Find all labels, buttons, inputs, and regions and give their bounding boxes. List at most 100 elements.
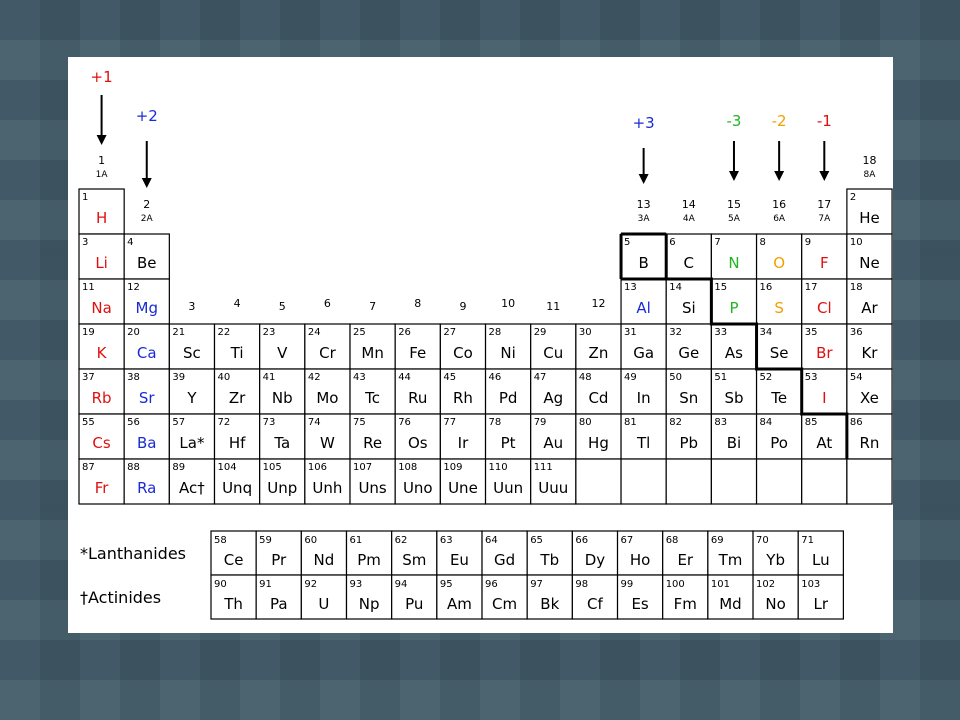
atomic-number: 76 bbox=[398, 417, 411, 428]
group-number: 9 bbox=[459, 300, 466, 313]
element-symbol: Ga bbox=[633, 344, 654, 362]
element-symbol: Ta bbox=[273, 434, 290, 452]
down-arrow-icon bbox=[774, 171, 785, 181]
element-symbol: Er bbox=[677, 551, 693, 569]
element-cell: 72 Hf bbox=[213, 413, 261, 460]
atomic-number: 50 bbox=[669, 372, 682, 383]
element-cell: 102 No bbox=[752, 574, 799, 620]
element-cell: 21 Sc bbox=[168, 323, 216, 370]
atomic-number: 21 bbox=[172, 327, 185, 338]
atomic-number: 11 bbox=[82, 282, 95, 293]
element-symbol: Hf bbox=[229, 434, 246, 452]
atomic-number: 94 bbox=[395, 579, 408, 590]
element-cell: 20 Ca bbox=[123, 323, 170, 370]
atomic-number: 40 bbox=[218, 372, 231, 383]
atomic-number: 18 bbox=[850, 282, 863, 293]
element-symbol: Ho bbox=[630, 551, 650, 569]
atomic-number: 6 bbox=[669, 237, 675, 248]
element-symbol: Zn bbox=[589, 344, 609, 362]
element-cell: 34 Se bbox=[755, 323, 803, 370]
element-symbol: H bbox=[96, 209, 107, 227]
element-symbol: Au bbox=[543, 434, 563, 452]
element-cell bbox=[575, 458, 622, 505]
element-symbol: N bbox=[728, 254, 739, 272]
element-symbol: Unp bbox=[267, 479, 297, 497]
element-symbol: Tl bbox=[636, 434, 650, 452]
element-symbol: S bbox=[774, 299, 784, 317]
element-symbol: Cm bbox=[492, 595, 517, 613]
atomic-number: 7 bbox=[714, 237, 720, 248]
element-cell: 28 Ni bbox=[484, 323, 532, 370]
element-cell: 19K bbox=[78, 323, 125, 370]
element-cell: 110 Uun bbox=[484, 458, 532, 505]
element-cell: 80 Hg bbox=[575, 413, 622, 460]
element-symbol: Ca bbox=[137, 344, 157, 362]
element-cell: 107 Uns bbox=[349, 458, 396, 505]
element-cell-box bbox=[801, 458, 848, 505]
slide-content: 1 H 2 He 3 Li 4 Be 5 B 6 C 7 N 8 O 9 F 10 Ne 11 Na 12 Mg 13 Al 14 S… bbox=[68, 57, 893, 633]
atomic-number: 45 bbox=[443, 372, 456, 383]
element-cell: 12 Mg bbox=[123, 278, 170, 325]
element-cell bbox=[620, 458, 667, 505]
atomic-number: 48 bbox=[579, 372, 592, 383]
atomic-number: 41 bbox=[263, 372, 276, 383]
element-cell: 63 Eu bbox=[436, 530, 483, 576]
element-cell: 31 Ga bbox=[620, 323, 667, 370]
element-cell: 94 Pu bbox=[391, 574, 438, 620]
element-symbol: Sn bbox=[679, 389, 698, 407]
element-cell: 17 Cl bbox=[801, 278, 848, 325]
element-cell: 43 Tc bbox=[349, 368, 396, 415]
element-symbol: Al bbox=[636, 299, 650, 317]
element-symbol: Kr bbox=[861, 344, 878, 362]
element-cell: 90 Th bbox=[210, 574, 257, 620]
element-symbol: Pm bbox=[357, 551, 381, 569]
atomic-number: 35 bbox=[805, 327, 818, 338]
element-cell: 8O bbox=[755, 233, 803, 280]
element-cell: 27 Co bbox=[439, 323, 487, 370]
element-cell-box bbox=[846, 458, 893, 505]
atomic-number: 84 bbox=[760, 417, 773, 428]
element-symbol: Uns bbox=[358, 479, 386, 497]
element-cell: 108 Uno bbox=[394, 458, 441, 505]
element-cell: 35 Br bbox=[801, 323, 848, 370]
atomic-number: 91 bbox=[259, 579, 272, 590]
element-cell: 9F bbox=[801, 233, 848, 280]
atomic-number: 26 bbox=[398, 327, 411, 338]
element-symbol: Sc bbox=[183, 344, 201, 362]
element-cell: 6C bbox=[665, 233, 712, 280]
element-cell: 3 Li bbox=[78, 233, 125, 280]
group-number: 11 bbox=[546, 300, 560, 313]
element-cell-box bbox=[710, 458, 758, 505]
element-cell: 79 Au bbox=[530, 413, 577, 460]
element-cell: 11 Na bbox=[78, 278, 125, 325]
atomic-number: 65 bbox=[530, 535, 543, 546]
element-cell: 45 Rh bbox=[439, 368, 487, 415]
element-symbol: Co bbox=[453, 344, 473, 362]
atomic-number: 95 bbox=[440, 579, 453, 590]
element-cell: 50 Sn bbox=[665, 368, 712, 415]
element-symbol: O bbox=[773, 254, 785, 272]
element-symbol: Np bbox=[359, 595, 380, 613]
element-symbol: Se bbox=[770, 344, 789, 362]
element-cell bbox=[710, 458, 758, 505]
element-symbol: Rn bbox=[860, 434, 880, 452]
atomic-number: 79 bbox=[534, 417, 547, 428]
element-cell: 4 Be bbox=[123, 233, 170, 280]
element-symbol: F bbox=[820, 254, 829, 272]
atomic-number: 34 bbox=[760, 327, 773, 338]
element-cell: 24 Cr bbox=[304, 323, 351, 370]
group-number: 2 bbox=[143, 198, 150, 211]
element-symbol: Cl bbox=[817, 299, 832, 317]
group-number: 15 bbox=[727, 198, 741, 211]
atomic-number: 73 bbox=[263, 417, 276, 428]
element-cell: 86 Rn bbox=[846, 413, 893, 460]
group-label-ab: 1A bbox=[96, 170, 109, 180]
element-symbol: Si bbox=[682, 299, 696, 317]
element-cell: 87Fr bbox=[78, 458, 125, 505]
element-cell-box bbox=[665, 458, 712, 505]
element-symbol: Br bbox=[816, 344, 833, 362]
element-symbol: As bbox=[725, 344, 743, 362]
element-symbol: Ni bbox=[500, 344, 515, 362]
element-symbol: Ru bbox=[408, 389, 427, 407]
element-symbol: Yb bbox=[765, 551, 785, 569]
